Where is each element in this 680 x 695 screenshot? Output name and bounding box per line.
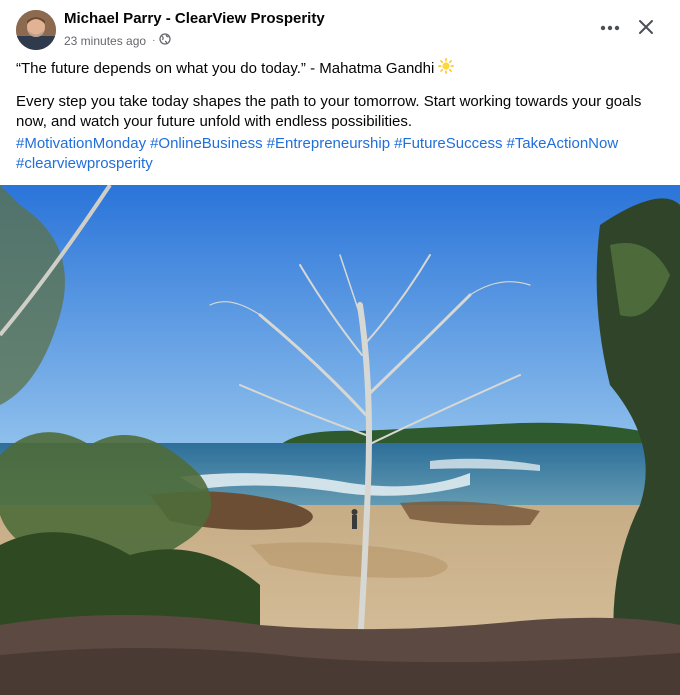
hashtag-link[interactable]: #MotivationMonday	[16, 135, 146, 152]
hashtag-link[interactable]: #FutureSuccess	[394, 135, 502, 152]
post-meta: 23 minutes ago ·	[64, 33, 172, 48]
post-text: “The future depends on what you do today…	[16, 58, 656, 144]
sun-emoji-icon	[438, 58, 455, 80]
close-button[interactable]	[632, 13, 660, 41]
quote-text: “The future depends on what you do today…	[16, 60, 435, 77]
post-quote: “The future depends on what you do today…	[16, 58, 656, 80]
sky	[0, 185, 680, 445]
hashtag-link[interactable]: #OnlineBusiness	[150, 135, 263, 152]
facebook-post: Michael Parry - ClearView Prosperity 23 …	[0, 0, 680, 695]
close-icon	[639, 20, 653, 34]
hashtag-list: #MotivationMonday #OnlineBusiness #Entrepr…	[16, 134, 656, 174]
more-options-button[interactable]	[596, 14, 624, 42]
post-header: Michael Parry - ClearView Prosperity 23 …	[0, 0, 680, 56]
separator-dot: ·	[152, 35, 156, 46]
hashtag-link[interactable]: #TakeActionNow	[506, 135, 618, 152]
author-avatar[interactable]	[16, 10, 56, 50]
post-photo[interactable]	[0, 185, 680, 695]
hashtag-link[interactable]: #Entrepreneurship	[267, 135, 390, 152]
hashtag-link[interactable]: #clearviewprosperity	[16, 155, 153, 172]
more-dots-icon	[600, 25, 620, 31]
post-message: Every step you take today shapes the pat…	[16, 93, 642, 130]
person-on-beach	[351, 509, 358, 529]
post-timestamp[interactable]: 23 minutes ago	[64, 34, 146, 48]
globe-icon[interactable]	[159, 33, 172, 48]
author-name[interactable]: Michael Parry - ClearView Prosperity	[64, 10, 325, 27]
